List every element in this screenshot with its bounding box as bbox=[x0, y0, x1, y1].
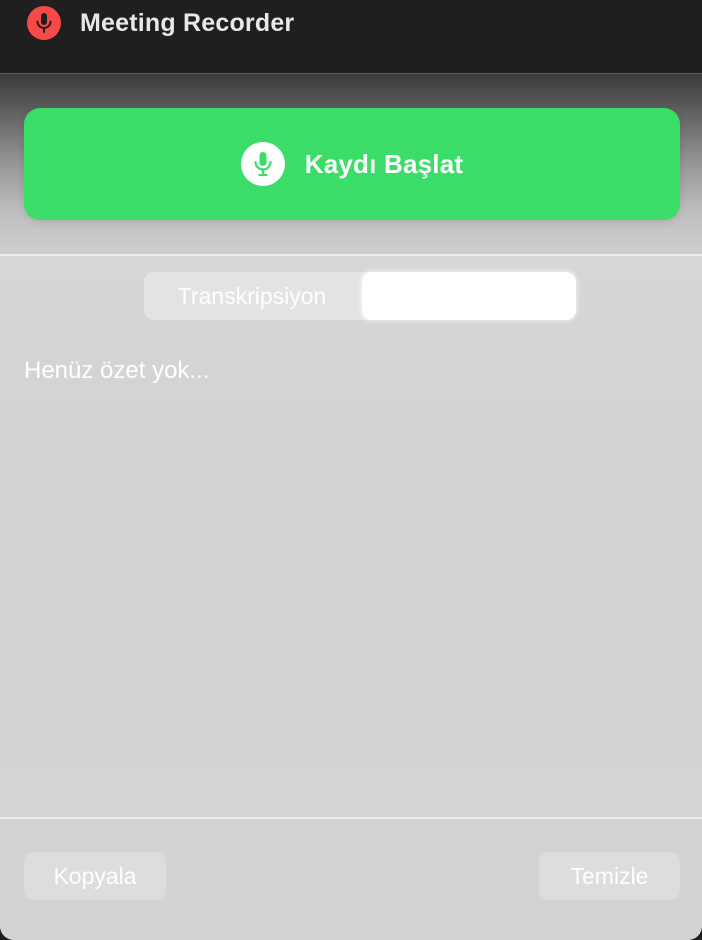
microphone-icon bbox=[254, 152, 272, 177]
title-bar: Meeting Recorder bbox=[0, 0, 702, 74]
start-recording-label: Kaydı Başlat bbox=[304, 148, 464, 179]
app-window: Meeting Recorder Kaydı Başlat Transkrips… bbox=[0, 0, 702, 940]
clear-button[interactable]: Temizle bbox=[539, 852, 680, 900]
copy-button[interactable]: Kopyala bbox=[24, 852, 166, 900]
record-microphone-icon bbox=[240, 142, 285, 186]
tab-summary[interactable] bbox=[362, 272, 576, 320]
content-area bbox=[0, 256, 702, 817]
window-title: Meeting Recorder bbox=[80, 9, 295, 37]
summary-placeholder-text: Henüz özet yok... bbox=[24, 357, 210, 384]
app-microphone-icon bbox=[27, 6, 61, 40]
start-recording-button[interactable]: Kaydı Başlat bbox=[24, 108, 680, 220]
tab-transcription[interactable]: Transkripsiyon bbox=[144, 272, 360, 320]
microphone-icon bbox=[36, 13, 52, 33]
view-segmented-control: Transkripsiyon bbox=[144, 272, 576, 320]
